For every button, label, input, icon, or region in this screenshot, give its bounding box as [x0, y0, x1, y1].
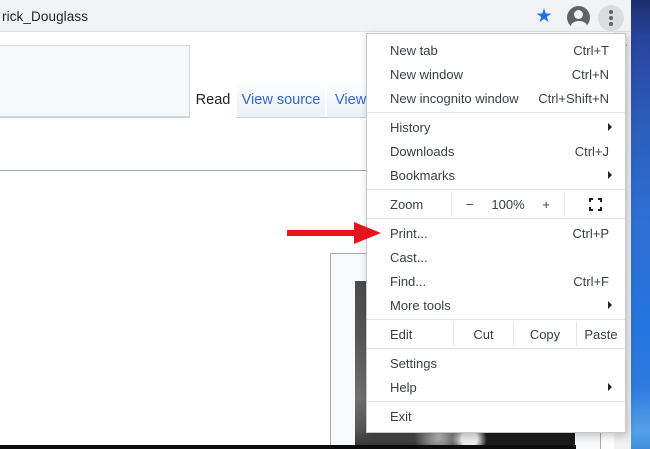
cut-button[interactable]: Cut	[453, 322, 513, 346]
tab-read[interactable]: Read	[190, 82, 236, 118]
menu-item-downloads[interactable]: Downloads Ctrl+J	[367, 139, 625, 163]
menu-item-more-tools[interactable]: More tools	[367, 293, 625, 317]
menu-item-shortcut: Ctrl+P	[572, 225, 609, 241]
menu-item-label: Bookmarks	[390, 167, 456, 183]
menu-dots-icon[interactable]	[598, 5, 624, 31]
menu-item-settings[interactable]: Settings	[367, 351, 625, 375]
menu-separator	[367, 218, 625, 219]
menu-item-edit: Edit Cut Copy Paste	[367, 322, 625, 346]
submenu-arrow-icon	[608, 301, 612, 309]
submenu-arrow-icon	[608, 383, 612, 391]
annotation-arrow-icon	[287, 222, 381, 244]
bottom-edge-band	[0, 445, 576, 449]
menu-separator	[367, 189, 625, 190]
menu-item-label: Cast...	[390, 249, 428, 265]
menu-item-label: New window	[390, 66, 463, 82]
paste-button[interactable]: Paste	[576, 322, 625, 346]
zoom-in-button[interactable]: +	[542, 197, 550, 212]
copy-button[interactable]: Copy	[513, 322, 576, 346]
zoom-controls: − 100% +	[451, 192, 564, 216]
menu-item-history[interactable]: History	[367, 115, 625, 139]
zoom-level: 100%	[491, 196, 525, 212]
screenshot-root: Read View source View rick_Douglass ★ Ne…	[0, 0, 650, 449]
fullscreen-icon	[588, 197, 602, 211]
menu-separator	[367, 348, 625, 349]
menu-separator	[367, 112, 625, 113]
fullscreen-button[interactable]	[564, 192, 625, 216]
menu-item-help[interactable]: Help	[367, 375, 625, 399]
menu-item-label: New incognito window	[390, 90, 519, 106]
edit-label: Edit	[390, 326, 413, 342]
menu-item-shortcut: Ctrl+Shift+N	[538, 90, 609, 106]
menu-item-label: Find...	[390, 273, 427, 289]
menu-item-find[interactable]: Find... Ctrl+F	[367, 269, 625, 293]
menu-item-cast[interactable]: Cast...	[367, 245, 625, 269]
tab-view-source[interactable]: View source	[237, 82, 325, 117]
menu-item-shortcut: Ctrl+T	[573, 42, 609, 58]
page-header-box	[0, 45, 190, 117]
menu-item-label: Exit	[390, 408, 412, 424]
menu-item-shortcut: Ctrl+J	[574, 143, 609, 159]
menu-separator	[367, 319, 625, 320]
menu-item-label: Settings	[390, 355, 437, 371]
menu-item-bookmarks[interactable]: Bookmarks	[367, 163, 625, 187]
submenu-arrow-icon	[608, 123, 612, 131]
address-bar-text[interactable]: rick_Douglass	[2, 9, 88, 24]
bookmark-star-icon[interactable]: ★	[531, 3, 557, 29]
menu-item-label: Help	[390, 379, 417, 395]
menu-item-label: More tools	[390, 297, 451, 313]
menu-item-label: New tab	[390, 42, 438, 58]
zoom-label: Zoom	[390, 196, 424, 212]
browser-toolbar: rick_Douglass ★	[0, 0, 631, 32]
zoom-out-button[interactable]: −	[466, 197, 474, 212]
chrome-menu: New tab Ctrl+T New window Ctrl+N New inc…	[366, 33, 626, 433]
menu-item-shortcut: Ctrl+N	[571, 66, 609, 82]
menu-item-zoom: Zoom − 100% +	[367, 192, 625, 216]
profile-avatar-icon[interactable]	[567, 6, 590, 29]
menu-item-label: History	[390, 119, 431, 135]
menu-item-label: Print...	[390, 225, 428, 241]
menu-item-print[interactable]: Print... Ctrl+P	[367, 221, 625, 245]
menu-item-new-incognito-window[interactable]: New incognito window Ctrl+Shift+N	[367, 86, 625, 110]
submenu-arrow-icon	[608, 171, 612, 179]
menu-item-exit[interactable]: Exit	[367, 404, 625, 428]
desktop-background-strip	[631, 0, 650, 449]
menu-item-shortcut: Ctrl+F	[573, 273, 609, 289]
menu-item-new-tab[interactable]: New tab Ctrl+T	[367, 38, 625, 62]
menu-item-label: Downloads	[390, 143, 455, 159]
menu-item-new-window[interactable]: New window Ctrl+N	[367, 62, 625, 86]
menu-separator	[367, 401, 625, 402]
